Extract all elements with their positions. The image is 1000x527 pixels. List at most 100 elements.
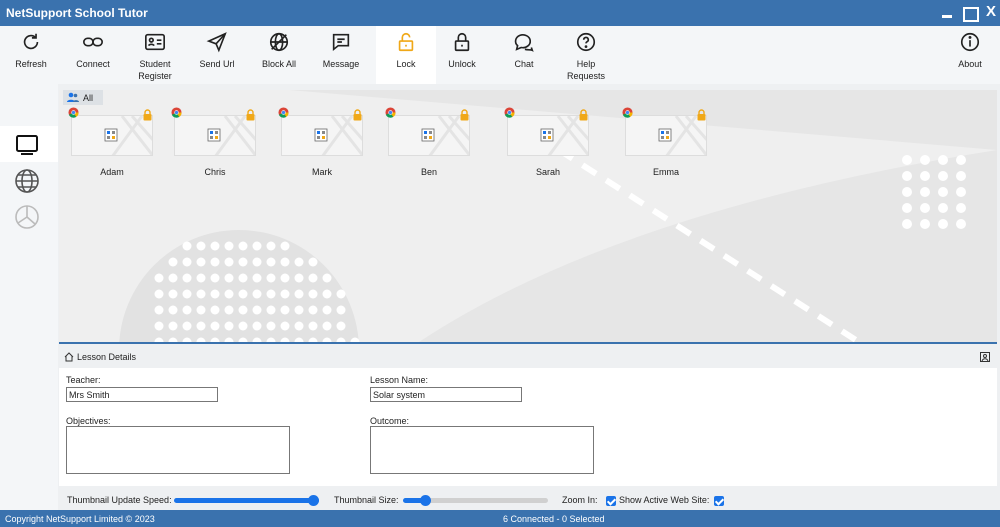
lesson-header: Lesson Details <box>59 344 997 368</box>
send-url-button[interactable]: Send Url <box>186 26 248 84</box>
student-tile[interactable]: Emma <box>622 107 710 177</box>
window-title: NetSupport School Tutor <box>6 6 148 20</box>
student-thumbnail[interactable] <box>281 115 363 156</box>
student-name: Adam <box>100 167 124 177</box>
student-tile[interactable]: Adam <box>68 107 156 177</box>
locked-icon <box>246 109 255 121</box>
student-thumbnail[interactable] <box>625 115 707 156</box>
thumb-update-knob[interactable] <box>308 495 319 506</box>
refresh-label: Refresh <box>15 59 47 69</box>
monitor-icon <box>16 135 38 155</box>
zoom-in-label: Zoom In: <box>562 495 598 505</box>
lock-button[interactable]: Lock <box>376 26 436 84</box>
objectives-label: Objectives: <box>66 416 111 426</box>
student-thumbnail[interactable] <box>174 115 256 156</box>
student-register-button[interactable]: Student Register <box>124 26 186 84</box>
unlock-label: Unlock <box>448 59 476 69</box>
student-thumbnail[interactable] <box>71 115 153 156</box>
chrome-icon <box>385 107 396 118</box>
student-name: Sarah <box>535 167 561 177</box>
monitor-view-button[interactable] <box>0 126 58 162</box>
message-icon <box>332 33 350 52</box>
objectives-textarea[interactable] <box>66 426 290 474</box>
student-thumbnail[interactable] <box>507 115 589 156</box>
student-name: Chris <box>204 167 226 177</box>
globe-icon <box>15 169 39 193</box>
lesson-form: Teacher: Mrs Smith Lesson Name: Solar sy… <box>59 368 997 486</box>
locked-icon <box>353 109 362 121</box>
title-bar: NetSupport School Tutor X <box>0 0 1000 26</box>
thumb-update-slider[interactable] <box>174 498 319 503</box>
chrome-icon <box>504 107 515 118</box>
classroom-view: All Adam Chris Mark Ben Sarah Emma <box>59 90 997 342</box>
copyright-text: Copyright NetSupport Limited © 2023 <box>5 514 155 524</box>
expand-panel-icon[interactable] <box>980 352 990 362</box>
send-icon <box>206 32 227 53</box>
maximize-button[interactable] <box>960 3 979 22</box>
chat-icon <box>514 34 534 52</box>
chrome-icon <box>278 107 289 118</box>
help-requests-button[interactable]: Help Requests <box>555 26 617 84</box>
locked-icon <box>579 109 588 121</box>
lock-label: Lock <box>396 59 416 69</box>
connect-label: Connect <box>76 59 110 69</box>
home-icon <box>64 352 74 362</box>
chrome-icon <box>622 107 633 118</box>
zoom-in-checkbox[interactable] <box>606 496 616 506</box>
info-icon <box>960 32 980 52</box>
outcome-label: Outcome: <box>370 416 410 426</box>
about-button[interactable]: About <box>939 26 1000 84</box>
student-tile[interactable]: Ben <box>385 107 473 177</box>
status-bar: Copyright NetSupport Limited © 2023 6 Co… <box>0 510 1000 527</box>
pie-chart-icon <box>15 205 39 229</box>
student-register-label-1: Student <box>139 59 171 69</box>
toolbar: Refresh Connect Student Register Send Ur… <box>0 26 1000 84</box>
help-requests-label-2: Requests <box>566 71 606 81</box>
thumb-size-knob[interactable] <box>420 495 432 506</box>
view-sidebar <box>0 84 58 510</box>
block-all-label: Block All <box>261 59 296 69</box>
student-register-label-2: Register <box>138 71 172 81</box>
web-view-button[interactable] <box>0 162 58 198</box>
student-tile[interactable]: Chris <box>171 107 259 177</box>
locked-icon <box>697 109 706 121</box>
thumb-size-label: Thumbnail Size: <box>334 495 399 505</box>
connect-button[interactable]: Connect <box>62 26 124 84</box>
student-thumbnail[interactable] <box>388 115 470 156</box>
help-requests-label-1: Help <box>576 59 596 69</box>
chrome-icon <box>68 107 79 118</box>
unlock-button[interactable]: Unlock <box>431 26 493 84</box>
student-name: Mark <box>312 167 332 177</box>
locked-icon <box>143 109 152 121</box>
help-icon <box>576 32 596 52</box>
thumbnail-controls: Thumbnail Update Speed: Thumbnail Size: … <box>59 486 997 510</box>
lock-icon <box>454 32 470 52</box>
student-tile[interactable]: Mark <box>278 107 366 177</box>
refresh-button[interactable]: Refresh <box>0 26 62 84</box>
teacher-field[interactable]: Mrs Smith <box>66 387 218 402</box>
student-name: Ben <box>420 167 437 177</box>
message-button[interactable]: Message <box>310 26 372 84</box>
chrome-icon <box>171 107 182 118</box>
block-all-button[interactable]: Block All <box>248 26 310 84</box>
student-name: Emma <box>652 167 679 177</box>
locked-icon <box>460 109 469 121</box>
lesson-name-label: Lesson Name: <box>370 375 429 385</box>
users-icon <box>67 92 79 102</box>
link-icon <box>83 37 103 47</box>
teacher-label: Teacher: <box>66 375 101 385</box>
thumb-update-label: Thumbnail Update Speed: <box>67 495 172 505</box>
reports-view-button[interactable] <box>0 198 58 234</box>
chat-button[interactable]: Chat <box>493 26 555 84</box>
show-web-checkbox[interactable] <box>714 496 724 506</box>
minimize-button[interactable] <box>938 3 956 21</box>
show-web-label: Show Active Web Site: <box>619 495 710 505</box>
student-tile[interactable]: Sarah <box>504 107 592 177</box>
close-button[interactable]: X <box>982 3 1000 21</box>
send-url-label: Send Url <box>199 59 235 69</box>
chat-label: Chat <box>514 59 534 69</box>
group-tab-all[interactable]: All <box>63 90 103 105</box>
outcome-textarea[interactable] <box>370 426 594 474</box>
lesson-name-field[interactable]: Solar system <box>370 387 522 402</box>
id-card-icon <box>145 33 165 51</box>
